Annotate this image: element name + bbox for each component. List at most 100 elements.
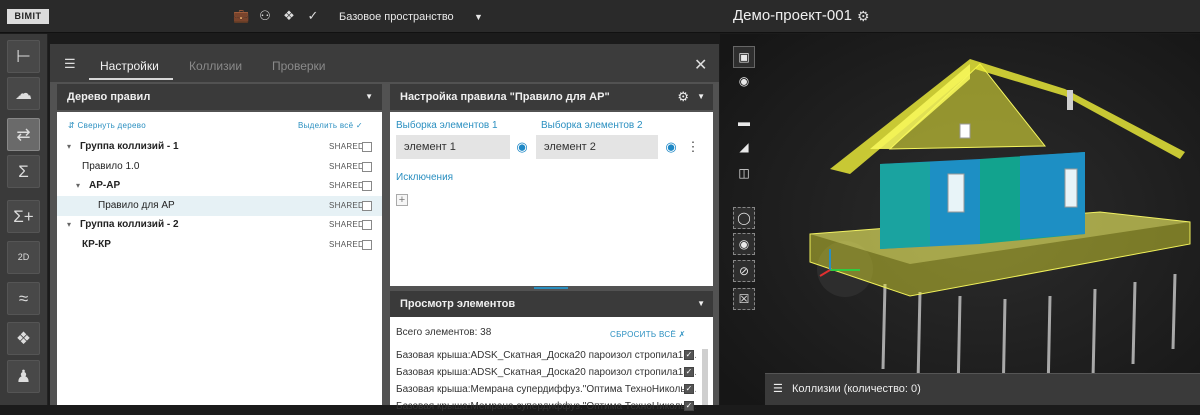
element-preview-header: Просмотр элементов ▼ <box>390 291 713 317</box>
row-checkbox[interactable] <box>362 181 372 191</box>
rule-settings-title: Настройка правила "Правило для АР" <box>400 91 610 103</box>
eye-icon[interactable]: ◉ <box>662 139 680 155</box>
row-checkbox[interactable] <box>362 220 372 230</box>
tree-icon[interactable]: ⊢ <box>7 40 40 73</box>
check-circle-icon[interactable]: ✓ <box>305 8 321 24</box>
section-icon[interactable]: ▬ <box>733 112 755 134</box>
tree-row-label: Группа коллизий - 1 <box>80 141 179 152</box>
rule-tree-title: Дерево правил <box>67 91 151 103</box>
box-icon[interactable]: ◫ <box>733 163 755 185</box>
tab-collisions[interactable]: Коллизии <box>189 59 242 73</box>
split-handle[interactable] <box>534 287 568 289</box>
collisions-label: Коллизии (количество: 0) <box>792 383 921 395</box>
tree-row-label: Правило для АР <box>98 199 175 211</box>
collapse-icon: ⇵ <box>68 121 76 130</box>
tree-row[interactable]: Правило для АР SHARED <box>57 195 382 216</box>
tree-row[interactable]: ▾ АР-АР SHARED <box>57 176 382 196</box>
exceptions-label: Исключения <box>396 172 454 183</box>
chevron-down-icon[interactable]: ▼ <box>697 84 705 110</box>
cloud-icon[interactable]: ☁ <box>7 77 40 110</box>
element-checkbox[interactable]: ✓ <box>684 401 694 411</box>
space-selector[interactable]: Базовое пространство <box>339 9 454 25</box>
menu-icon[interactable]: ☰ <box>64 56 76 72</box>
badge-icon[interactable]: ❖ <box>281 8 297 24</box>
isolate-icon[interactable]: ◯ <box>733 207 755 229</box>
chevron-down-icon[interactable]: ▼ <box>474 9 483 25</box>
tree-row-label: АР-АР <box>89 180 121 191</box>
element-checkbox[interactable]: ✓ <box>684 350 694 360</box>
collapse-tree-button[interactable]: ⇵ Свернуть дерево <box>68 121 146 130</box>
chevron-down-icon[interactable]: ▾ <box>67 215 71 235</box>
row-checkbox[interactable] <box>362 200 372 211</box>
rule-tree-header[interactable]: Дерево правил ▼ <box>57 84 382 110</box>
shared-badge: SHARED <box>329 220 365 229</box>
gear-icon[interactable]: ⚙ <box>857 7 870 25</box>
element-checkbox[interactable]: ✓ <box>684 367 694 377</box>
selection1-label: Выборка элементов 1 <box>396 120 498 131</box>
reset-all-button[interactable]: СБРОСИТЬ ВСЁ ✗ <box>610 330 686 339</box>
chevron-down-icon[interactable]: ▾ <box>76 176 80 196</box>
element-row[interactable]: Базовая крыша:ADSK_Скатная_Доска20 парои… <box>396 347 696 364</box>
selection2-label: Выборка элементов 2 <box>541 120 643 131</box>
chevron-down-icon[interactable]: ▼ <box>697 291 705 317</box>
shared-badge: SHARED <box>329 239 365 249</box>
top-toolbar: 💼 ⚇ ❖ ✓ <box>233 8 321 24</box>
shared-badge: SHARED <box>329 181 365 190</box>
active-tab-underline <box>89 78 173 80</box>
puzzle-icon[interactable]: ❖ <box>7 322 40 355</box>
3d-viewport[interactable] <box>720 34 1200 405</box>
shared-badge: SHARED <box>329 142 365 151</box>
project-title: Демо-проект-001 <box>733 7 852 24</box>
scrollbar[interactable] <box>702 349 708 405</box>
house-model <box>720 34 1200 405</box>
sigma-plus-icon[interactable]: Σ+ <box>7 200 40 233</box>
sigma-icon[interactable]: Σ <box>7 155 40 188</box>
row-checkbox[interactable] <box>362 142 372 152</box>
tree-row[interactable]: ▾ Группа коллизий - 2 SHARED <box>57 215 382 235</box>
fit-view-icon[interactable]: ▣ <box>733 46 755 68</box>
tab-checks[interactable]: Проверки <box>272 59 326 73</box>
people-icon[interactable]: ⚇ <box>257 8 273 24</box>
element-preview-title: Просмотр элементов <box>400 298 516 310</box>
tree-row[interactable]: ▾ Группа коллизий - 1 SHARED <box>57 137 382 157</box>
tree-row-label: КР-КР <box>82 238 111 250</box>
tree-row-label: Правило 1.0 <box>82 160 140 172</box>
menu-icon: ☰ <box>773 383 783 395</box>
element-checkbox[interactable]: ✓ <box>684 384 694 394</box>
tree-row-label: Группа коллизий - 2 <box>80 219 179 230</box>
user-icon[interactable]: ♟ <box>7 360 40 393</box>
select-all-button[interactable]: Выделить всё ✓ <box>298 121 363 130</box>
selection1-field[interactable]: элемент 1 <box>396 135 510 159</box>
chart-icon[interactable]: ≈ <box>7 282 40 315</box>
app-logo: BIMIT <box>7 9 49 24</box>
row-checkbox[interactable] <box>362 161 372 172</box>
tree-row[interactable]: КР-КР SHARED <box>57 235 382 255</box>
add-exception-button[interactable]: + <box>396 194 408 206</box>
cut-plane-icon[interactable]: ◢ <box>733 137 755 159</box>
clear-icon: ✗ <box>678 330 686 339</box>
element-row[interactable]: Базовая крыша:Мемрана супердиффуз."Оптим… <box>396 381 696 398</box>
more-vertical-icon[interactable]: ⋮ <box>684 139 702 155</box>
collisions-bar[interactable]: ☰ Коллизии (количество: 0) <box>765 373 1200 405</box>
shuffle-icon[interactable]: ⇄ <box>7 118 40 151</box>
element-row[interactable]: Базовая крыша:ADSK_Скатная_Доска20 парои… <box>396 364 696 381</box>
tab-settings[interactable]: Настройки <box>100 59 159 73</box>
gear-icon[interactable]: ⚙ <box>677 84 689 110</box>
close-box-icon[interactable]: ☒ <box>733 288 755 310</box>
chevron-down-icon[interactable]: ▾ <box>67 137 71 157</box>
rule-settings-header: Настройка правила "Правило для АР" ⚙ ▼ <box>390 84 713 110</box>
selection2-field[interactable]: элемент 2 <box>536 135 658 159</box>
tree-row[interactable]: Правило 1.0 SHARED <box>57 157 382 177</box>
target-icon[interactable]: ◉ <box>733 71 755 93</box>
shared-badge: SHARED <box>329 161 365 171</box>
briefcase-icon[interactable]: 💼 <box>233 8 249 24</box>
row-checkbox[interactable] <box>362 239 372 250</box>
chevron-down-icon[interactable]: ▼ <box>365 84 373 110</box>
eye-icon[interactable]: ◉ <box>513 139 531 155</box>
check-all-icon: ✓ <box>355 121 363 130</box>
close-icon[interactable]: ✕ <box>694 55 707 75</box>
hide-icon[interactable]: ⊘ <box>733 260 755 282</box>
show-icon[interactable]: ◉ <box>733 233 755 255</box>
element-row[interactable]: Базовая крыша:Мемрана супердиффуз."Оптим… <box>396 398 696 415</box>
2d-icon[interactable]: 2D <box>7 241 40 274</box>
